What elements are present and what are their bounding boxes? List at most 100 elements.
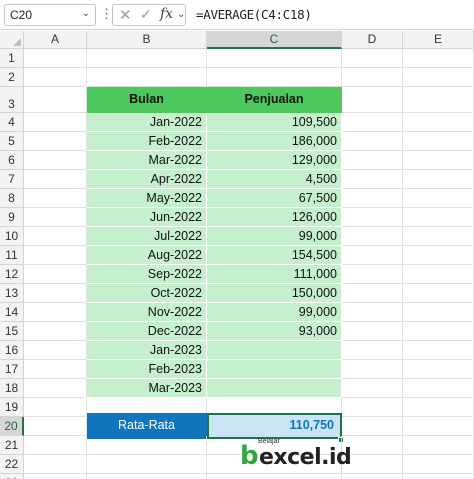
cell-a15[interactable] <box>24 322 87 341</box>
row-header-14[interactable]: 14 <box>0 303 24 322</box>
cell-e12[interactable] <box>403 265 474 284</box>
cell-a19[interactable] <box>24 398 87 417</box>
cell-b14[interactable]: Nov-2022 <box>87 303 207 322</box>
cell-b18[interactable]: Mar-2023 <box>87 379 207 398</box>
cell-a20[interactable] <box>24 417 87 436</box>
cell-e8[interactable] <box>403 189 474 208</box>
row-header-12[interactable]: 12 <box>0 265 24 284</box>
column-header-b[interactable]: B <box>87 31 207 49</box>
row-header-1[interactable]: 1 <box>0 49 24 68</box>
cell-b5[interactable]: Feb-2022 <box>87 132 207 151</box>
cell-e20[interactable] <box>403 417 474 436</box>
row-header-21[interactable]: 21 <box>0 436 24 455</box>
cell-c16[interactable] <box>207 341 342 360</box>
cell-a8[interactable] <box>24 189 87 208</box>
cell-d13[interactable] <box>342 284 403 303</box>
formula-input[interactable]: =AVERAGE(C4:C18) <box>196 7 312 22</box>
cell-b2[interactable] <box>87 68 207 87</box>
row-header-23[interactable]: 23 <box>0 474 24 479</box>
cell-d1[interactable] <box>342 49 403 68</box>
cell-a14[interactable] <box>24 303 87 322</box>
cell-c11[interactable]: 154,500 <box>207 246 342 265</box>
row-header-3[interactable]: 3 <box>0 87 24 113</box>
cell-d9[interactable] <box>342 208 403 227</box>
cell-d4[interactable] <box>342 113 403 132</box>
row-header-2[interactable]: 2 <box>0 68 24 87</box>
cell-b3[interactable]: Bulan <box>87 87 207 113</box>
cell-a17[interactable] <box>24 360 87 379</box>
cell-d15[interactable] <box>342 322 403 341</box>
chevron-down-icon[interactable]: ⌄ <box>177 9 185 20</box>
row-header-11[interactable]: 11 <box>0 246 24 265</box>
cell-e22[interactable] <box>403 455 474 474</box>
row-header-9[interactable]: 9 <box>0 208 24 227</box>
cell-b1[interactable] <box>87 49 207 68</box>
cell-d12[interactable] <box>342 265 403 284</box>
cell-a6[interactable] <box>24 151 87 170</box>
cell-d3[interactable] <box>342 87 403 113</box>
row-header-17[interactable]: 17 <box>0 360 24 379</box>
cell-e18[interactable] <box>403 379 474 398</box>
cell-d5[interactable] <box>342 132 403 151</box>
row-header-6[interactable]: 6 <box>0 151 24 170</box>
cell-a9[interactable] <box>24 208 87 227</box>
cell-d23[interactable] <box>342 474 403 479</box>
cell-c13[interactable]: 150,000 <box>207 284 342 303</box>
cell-a13[interactable] <box>24 284 87 303</box>
cell-c4[interactable]: 109,500 <box>207 113 342 132</box>
cell-c8[interactable]: 67,500 <box>207 189 342 208</box>
cell-e21[interactable] <box>403 436 474 455</box>
cell-a16[interactable] <box>24 341 87 360</box>
column-header-c[interactable]: C <box>207 31 342 49</box>
cell-d7[interactable] <box>342 170 403 189</box>
cell-c2[interactable] <box>207 68 342 87</box>
cell-b22[interactable] <box>87 455 207 474</box>
cell-e4[interactable] <box>403 113 474 132</box>
cell-d11[interactable] <box>342 246 403 265</box>
cell-b12[interactable]: Sep-2022 <box>87 265 207 284</box>
cell-d20[interactable] <box>342 417 403 436</box>
cell-e5[interactable] <box>403 132 474 151</box>
cell-a11[interactable] <box>24 246 87 265</box>
cell-a5[interactable] <box>24 132 87 151</box>
cell-b10[interactable]: Jul-2022 <box>87 227 207 246</box>
cell-e2[interactable] <box>403 68 474 87</box>
row-header-22[interactable]: 22 <box>0 455 24 474</box>
cell-a7[interactable] <box>24 170 87 189</box>
cell-b17[interactable]: Feb-2023 <box>87 360 207 379</box>
cell-b8[interactable]: May-2022 <box>87 189 207 208</box>
cell-a3[interactable] <box>24 87 87 113</box>
cell-d18[interactable] <box>342 379 403 398</box>
cell-c15[interactable]: 93,000 <box>207 322 342 341</box>
cell-e16[interactable] <box>403 341 474 360</box>
cell-a21[interactable] <box>24 436 87 455</box>
cell-b11[interactable]: Aug-2022 <box>87 246 207 265</box>
cell-e14[interactable] <box>403 303 474 322</box>
cell-e7[interactable] <box>403 170 474 189</box>
cell-b6[interactable]: Mar-2022 <box>87 151 207 170</box>
cell-a22[interactable] <box>24 455 87 474</box>
cell-a4[interactable] <box>24 113 87 132</box>
cell-b9[interactable]: Jun-2022 <box>87 208 207 227</box>
cell-c17[interactable] <box>207 360 342 379</box>
cell-c7[interactable]: 4,500 <box>207 170 342 189</box>
insert-function-icon[interactable]: fx <box>160 6 173 22</box>
cell-b21[interactable] <box>87 436 207 455</box>
row-header-20[interactable]: 20 <box>0 417 24 436</box>
cell-e1[interactable] <box>403 49 474 68</box>
row-header-7[interactable]: 7 <box>0 170 24 189</box>
row-header-16[interactable]: 16 <box>0 341 24 360</box>
cell-c9[interactable]: 126,000 <box>207 208 342 227</box>
cell-c5[interactable]: 186,000 <box>207 132 342 151</box>
row-header-4[interactable]: 4 <box>0 113 24 132</box>
cell-a1[interactable] <box>24 49 87 68</box>
row-header-8[interactable]: 8 <box>0 189 24 208</box>
column-header-e[interactable]: E <box>403 31 474 49</box>
cell-a23[interactable] <box>24 474 87 479</box>
select-all-button[interactable] <box>0 31 24 49</box>
row-header-13[interactable]: 13 <box>0 284 24 303</box>
cell-a10[interactable] <box>24 227 87 246</box>
cell-b4[interactable]: Jan-2022 <box>87 113 207 132</box>
cell-e17[interactable] <box>403 360 474 379</box>
cell-c6[interactable]: 129,000 <box>207 151 342 170</box>
